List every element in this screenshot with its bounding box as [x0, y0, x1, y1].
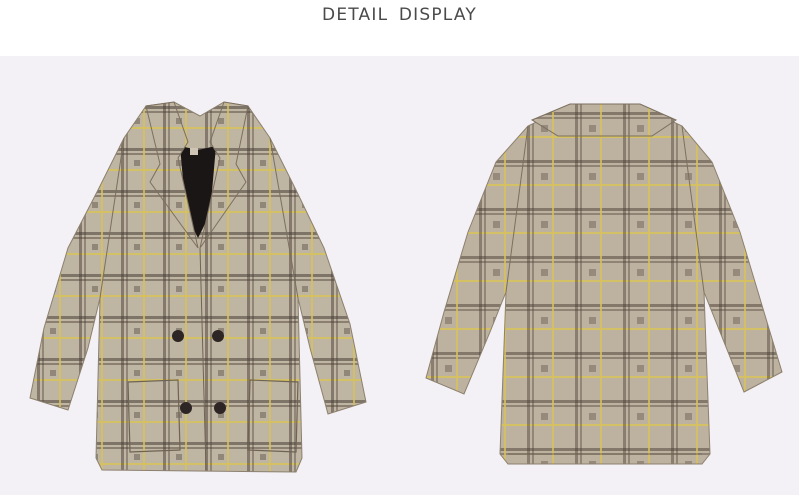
coat-front-view [28, 98, 368, 490]
product-photo [0, 56, 799, 495]
section-title: DETAIL DISPLAY [322, 5, 477, 25]
detail-display-page: DETAIL DISPLAY [0, 0, 799, 495]
coat-back-view [420, 102, 790, 474]
section-header: DETAIL DISPLAY [0, 0, 799, 56]
